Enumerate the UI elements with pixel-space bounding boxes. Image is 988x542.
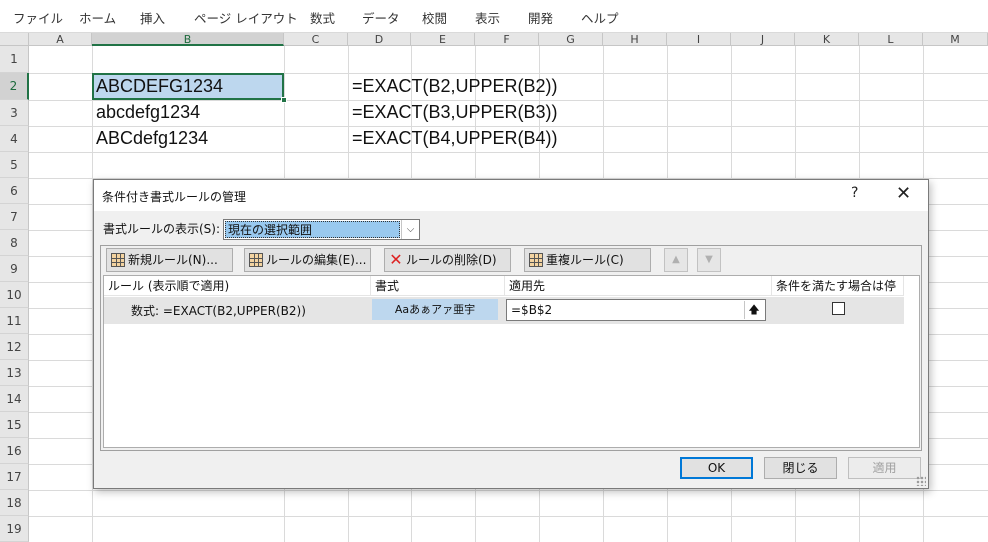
row-header-8[interactable]: 8 bbox=[0, 230, 29, 256]
row-header-10[interactable]: 10 bbox=[0, 282, 29, 308]
duplicate-rule-icon bbox=[529, 252, 543, 267]
row-header-16[interactable]: 16 bbox=[0, 438, 29, 464]
format-preview: Aaあぁアァ亜宇 bbox=[372, 299, 498, 320]
dialog-titlebar[interactable]: 条件付き書式ルールの管理 ? ✕ bbox=[94, 180, 928, 211]
show-rules-value: 現在の選択範囲 bbox=[225, 221, 400, 238]
move-up-button[interactable]: ▲ bbox=[664, 248, 688, 272]
column-header-d[interactable]: D bbox=[348, 33, 411, 46]
row-header-15[interactable]: 15 bbox=[0, 412, 29, 438]
row-header-19[interactable]: 19 bbox=[0, 516, 29, 542]
row-header-17[interactable]: 17 bbox=[0, 464, 29, 490]
tab-help[interactable]: ヘルプ bbox=[581, 8, 619, 27]
edit-rule-button[interactable]: ルールの編集(E)... bbox=[244, 248, 371, 272]
show-rules-label: 書式ルールの表示(S): bbox=[103, 222, 221, 236]
show-rules-dropdown[interactable]: 現在の選択範囲 ⌵ bbox=[223, 219, 420, 240]
cell-b3[interactable]: abcdefg1234 bbox=[96, 102, 200, 123]
tab-review[interactable]: 校閲 bbox=[422, 8, 447, 27]
duplicate-rule-button[interactable]: 重複ルール(C) bbox=[524, 248, 651, 272]
column-header-a[interactable]: A bbox=[29, 33, 92, 46]
chevron-down-icon[interactable]: ⌵ bbox=[401, 220, 419, 239]
row-header-12[interactable]: 12 bbox=[0, 334, 29, 360]
row-header-1[interactable]: 1 bbox=[0, 46, 29, 73]
column-header-stop-if-true: 条件を満たす場合は停止 bbox=[772, 276, 904, 313]
close-icon[interactable]: ✕ bbox=[896, 183, 911, 204]
stop-if-true-checkbox[interactable] bbox=[832, 302, 845, 315]
column-header-f[interactable]: F bbox=[475, 33, 539, 46]
row-header-13[interactable]: 13 bbox=[0, 360, 29, 386]
move-down-button[interactable]: ▼ bbox=[697, 248, 721, 272]
select-all-corner[interactable] bbox=[0, 33, 29, 46]
tab-developer[interactable]: 開発 bbox=[528, 8, 553, 27]
tab-file[interactable]: ファイル bbox=[13, 8, 63, 27]
column-header-applies-to: 適用先 bbox=[505, 276, 772, 296]
cell-d3[interactable]: =EXACT(B3,UPPER(B3)) bbox=[352, 102, 558, 123]
conditional-formatting-dialog: 条件付き書式ルールの管理 ? ✕ 書式ルールの表示(S): 現在の選択範囲 ⌵ … bbox=[93, 179, 929, 489]
tab-page-layout[interactable]: ページ レイアウト bbox=[194, 8, 298, 27]
ok-button[interactable]: OK bbox=[680, 457, 753, 479]
ribbon-tab-bar: ファイル ホーム 挿入 ページ レイアウト 数式 データ 校閲 表示 開発 ヘル… bbox=[0, 0, 988, 33]
gridline bbox=[29, 516, 988, 517]
column-header-j[interactable]: J bbox=[731, 33, 795, 46]
row-header-2[interactable]: 2 bbox=[0, 73, 29, 100]
cell-b4[interactable]: ABCdefg1234 bbox=[96, 128, 208, 149]
gridline bbox=[29, 152, 988, 153]
tab-insert[interactable]: 挿入 bbox=[140, 8, 165, 27]
rule-condition: 数式: =EXACT(B2,UPPER(B2)) bbox=[131, 304, 306, 318]
applies-to-input[interactable]: =$B$2 bbox=[506, 299, 766, 321]
column-header-g[interactable]: G bbox=[539, 33, 603, 46]
gridline bbox=[29, 490, 988, 491]
column-header-l[interactable]: L bbox=[859, 33, 923, 46]
column-header-m[interactable]: M bbox=[923, 33, 988, 46]
column-header-i[interactable]: I bbox=[667, 33, 731, 46]
gridline bbox=[29, 126, 988, 127]
column-header-b[interactable]: B bbox=[92, 33, 284, 46]
tab-data[interactable]: データ bbox=[362, 8, 400, 27]
row-header-11[interactable]: 11 bbox=[0, 308, 29, 334]
cell-d4[interactable]: =EXACT(B4,UPPER(B4)) bbox=[352, 128, 558, 149]
row-header-18[interactable]: 18 bbox=[0, 490, 29, 516]
apply-button[interactable]: 適用 bbox=[848, 457, 921, 479]
new-rule-icon bbox=[111, 252, 125, 267]
row-header-14[interactable]: 14 bbox=[0, 386, 29, 412]
fill-handle[interactable] bbox=[281, 97, 287, 103]
column-header-h[interactable]: H bbox=[603, 33, 667, 46]
column-header-format: 書式 bbox=[371, 276, 505, 296]
help-button[interactable]: ? bbox=[851, 185, 858, 201]
row-header-4[interactable]: 4 bbox=[0, 126, 29, 152]
resize-grip[interactable] bbox=[916, 476, 926, 486]
close-button[interactable]: 閉じる bbox=[764, 457, 837, 479]
row-header-5[interactable]: 5 bbox=[0, 152, 29, 178]
new-rule-label: 新規ルール(N)... bbox=[128, 253, 218, 267]
column-header-c[interactable]: C bbox=[284, 33, 348, 46]
duplicate-rule-label: 重複ルール(C) bbox=[546, 253, 624, 267]
cell-d2[interactable]: =EXACT(B2,UPPER(B2)) bbox=[352, 76, 558, 97]
delete-rule-label: ルールの削除(D) bbox=[406, 253, 497, 267]
delete-rule-button[interactable]: ✕ ルールの削除(D) bbox=[384, 248, 511, 272]
column-header-e[interactable]: E bbox=[411, 33, 475, 46]
new-rule-button[interactable]: 新規ルール(N)... bbox=[106, 248, 233, 272]
rules-list[interactable]: ルール (表示順で適用) 書式 適用先 条件を満たす場合は停止 数式: =EXA… bbox=[103, 275, 920, 448]
row-header-6[interactable]: 6 bbox=[0, 178, 29, 204]
collapse-range-icon[interactable]: 🡅 bbox=[744, 301, 763, 319]
row-header-9[interactable]: 9 bbox=[0, 256, 29, 282]
cell-b2[interactable]: ABCDEFG1234 bbox=[96, 76, 223, 97]
row-header-7[interactable]: 7 bbox=[0, 204, 29, 230]
tab-home[interactable]: ホーム bbox=[79, 8, 116, 27]
column-header-k[interactable]: K bbox=[795, 33, 859, 46]
tab-formulas[interactable]: 数式 bbox=[310, 8, 335, 27]
edit-rule-icon bbox=[249, 252, 263, 267]
tab-view[interactable]: 表示 bbox=[475, 8, 500, 27]
column-header-rule: ルール (表示順で適用) bbox=[104, 276, 371, 296]
gridline bbox=[29, 100, 988, 101]
edit-rule-label: ルールの編集(E)... bbox=[266, 253, 367, 267]
row-header-3[interactable]: 3 bbox=[0, 100, 29, 126]
delete-x-icon: ✕ bbox=[389, 249, 403, 269]
dialog-title: 条件付き書式ルールの管理 bbox=[102, 190, 247, 204]
